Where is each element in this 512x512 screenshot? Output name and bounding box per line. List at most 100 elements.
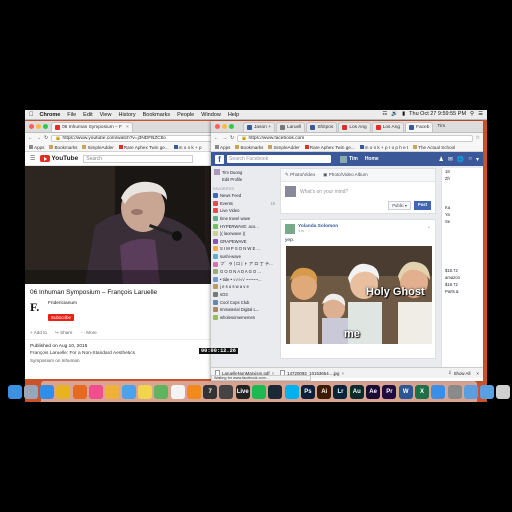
menu-app-name[interactable]: Chrome	[40, 112, 61, 118]
steam-dock-icon[interactable]	[268, 384, 283, 399]
finder-dock-icon[interactable]	[7, 384, 22, 399]
tab-profile[interactable]: Tim	[434, 122, 449, 132]
bookmark-monk[interactable]: m o n k + p	[173, 145, 202, 150]
forward-icon[interactable]: →	[222, 135, 227, 141]
right-item[interactable]: Se	[442, 218, 483, 225]
close-window-button[interactable]	[215, 124, 220, 129]
menu-view[interactable]: View	[100, 112, 112, 118]
tab-facebook[interactable]: Faceb	[405, 122, 434, 132]
youtube-search-input[interactable]: Search	[83, 154, 194, 163]
tab-jason[interactable]: Jason +	[243, 122, 275, 132]
tab-shitpos[interactable]: Shitpos	[306, 122, 338, 132]
firefox-dock-icon[interactable]	[72, 384, 87, 399]
launchpad-dock-icon[interactable]	[23, 384, 38, 399]
sidebar-item[interactable]: Live Video	[213, 207, 275, 215]
close-downloads-icon[interactable]: ×	[476, 371, 479, 376]
audition-dock-icon[interactable]: Au	[349, 384, 364, 399]
right-item[interactable]: Parts &	[442, 288, 483, 295]
calendar-dock-icon[interactable]	[170, 384, 185, 399]
vlc-dock-icon[interactable]	[186, 384, 201, 399]
sidebar-item[interactable]: time travel wave	[213, 215, 275, 223]
spotlight-icon[interactable]: ⚲	[470, 111, 474, 117]
illustrator-dock-icon[interactable]: Ai	[317, 384, 332, 399]
subscribe-button[interactable]: Subscribe	[48, 314, 75, 321]
bookmark-aphex[interactable]: Rare Aphex Twin ge...	[118, 145, 169, 150]
prefs-dock-icon[interactable]	[447, 384, 462, 399]
account-menu-icon[interactable]: ▾	[476, 156, 479, 163]
hamburger-menu-icon[interactable]: ☰	[30, 155, 35, 162]
profile-link[interactable]: Tim	[340, 155, 358, 163]
maps-dock-icon[interactable]	[154, 384, 169, 399]
chrome-dock-icon[interactable]	[56, 384, 71, 399]
bookmark-aphex[interactable]: Rare Aphex Twin ge...	[304, 145, 355, 150]
sidebar-item[interactable]: HYPERWAVE: aco...	[213, 222, 275, 230]
friend-requests-icon[interactable]: ♟	[438, 156, 443, 163]
bookmark-folder[interactable]: Bookmarks	[235, 145, 263, 150]
downloads-dock-icon[interactable]	[480, 384, 495, 399]
mail-dock-icon[interactable]	[121, 384, 136, 399]
tab-los-ang-2[interactable]: Los Ang	[371, 122, 405, 132]
tab-youtube[interactable]: 06 Inhuman Symposium – F ×	[51, 122, 133, 132]
privacy-selector[interactable]: Public ▾	[388, 201, 411, 210]
bookmark-actual-school[interactable]: The Actual School	[413, 145, 455, 150]
facebook-search-input[interactable]: Search Facebook	[227, 155, 331, 163]
forward-icon[interactable]: →	[36, 135, 41, 141]
zoom-window-button[interactable]	[229, 124, 234, 129]
sidebar-item[interactable]: News Feed	[213, 192, 275, 200]
right-item[interactable]: 18	[442, 168, 483, 175]
battery-icon[interactable]: ▮	[402, 111, 405, 117]
right-item[interactable]: $18.72	[442, 267, 483, 274]
close-tab-icon[interactable]: ×	[126, 125, 129, 130]
excel-dock-icon[interactable]: X	[414, 384, 429, 399]
reload-icon[interactable]: ↻	[44, 135, 48, 141]
sidebar-item[interactable]: j e s u s w a v e	[213, 283, 275, 291]
youtube-logo[interactable]: YouTube	[40, 155, 78, 162]
bookmark-folder[interactable]: Bookmarks	[49, 145, 77, 150]
photos-dock-icon[interactable]	[105, 384, 120, 399]
folder-dock-icon[interactable]	[463, 384, 478, 399]
skype-dock-icon[interactable]	[284, 384, 299, 399]
bookmark-monk[interactable]: m o n k + p r o p h e t	[359, 145, 408, 150]
tab-laruelle[interactable]: Laruell	[275, 122, 306, 132]
apple-icon[interactable]: 	[29, 112, 34, 118]
menu-edit[interactable]: Edit	[83, 112, 92, 118]
right-item[interactable]: Ya	[442, 211, 483, 218]
share-button[interactable]: ↪ Share	[55, 330, 72, 336]
star-icon[interactable]: ☆	[476, 135, 480, 141]
clock[interactable]: Thu Oct 27 9:59:55 PM	[409, 111, 466, 117]
sidebar-item[interactable]: Events 19	[213, 200, 275, 208]
add-to-button[interactable]: + Add to	[30, 330, 47, 336]
status-input[interactable]: What's on your mind?	[281, 182, 435, 201]
spotify-dock-icon[interactable]	[252, 384, 266, 399]
story-time[interactable]: 1 hr · ◌	[298, 229, 338, 233]
menu-window[interactable]: Window	[201, 112, 221, 118]
sidebar-item[interactable]: S I M P S O N W E ...	[213, 245, 275, 253]
right-item[interactable]: amazon	[442, 274, 483, 281]
7-dock-icon[interactable]: 7	[203, 384, 218, 399]
bookmark-apps[interactable]: Apps	[29, 145, 44, 150]
unity-dock-icon[interactable]	[219, 384, 234, 399]
bookmark-simpleadder[interactable]: SimpleAdder	[268, 145, 300, 150]
sidebar-item[interactable]: wholesomememes	[213, 314, 275, 322]
bookmark-simpleadder[interactable]: SimpleAdder	[82, 145, 114, 150]
right-item[interactable]: $18.72	[442, 281, 483, 288]
help-icon[interactable]: ○	[468, 156, 472, 163]
sidebar-item[interactable]: G O O N A D A G O ...	[213, 268, 275, 276]
app-store-dock-icon[interactable]	[431, 384, 446, 399]
reload-icon[interactable]: ↻	[230, 135, 234, 141]
menu-help[interactable]: Help	[228, 112, 239, 118]
more-button[interactable]: ··· More	[80, 330, 96, 336]
sidebar-profile[interactable]: Tim Duong	[213, 168, 275, 176]
minimize-window-button[interactable]	[36, 124, 41, 129]
bookmark-apps[interactable]: Apps	[215, 145, 230, 150]
sidebar-item[interactable]: フ゛ラ | ロ | ト ア ロ 丁 テ...	[213, 260, 275, 268]
lightroom-dock-icon[interactable]: Lr	[333, 384, 348, 399]
menu-history[interactable]: History	[118, 112, 135, 118]
sidebar-item[interactable]: • tide • √√√√√ ~~~~~...	[213, 276, 275, 284]
sidebar-item[interactable]: )( lacewave )(	[213, 230, 275, 238]
photo-video-tab[interactable]: ✎ Photo/Video	[285, 172, 315, 178]
notifications-icon[interactable]: 🌐	[457, 156, 464, 163]
story-gif[interactable]: Holy Ghost me	[286, 246, 432, 344]
minimize-window-button[interactable]	[222, 124, 227, 129]
premiere-dock-icon[interactable]: Pr	[382, 384, 397, 399]
